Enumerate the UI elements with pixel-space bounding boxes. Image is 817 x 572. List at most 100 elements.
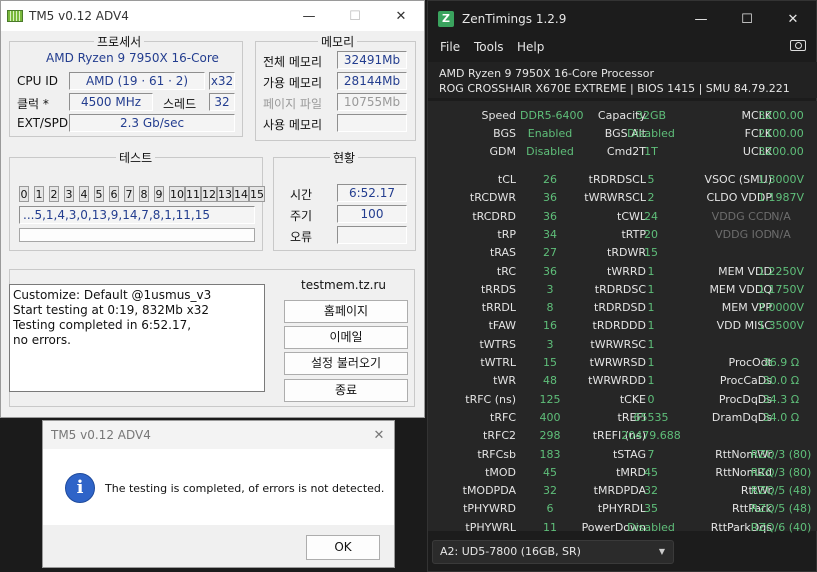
core-indicator: 4 (79, 186, 89, 202)
system-info: AMD Ryzen 9 7950X 16-Core Processor ROG … (428, 62, 817, 98)
core-indicator: 7 (124, 186, 134, 202)
timings-grid: Speed DDR5-6400 Capacity 32GB MCLK 3200.00 BGS… (428, 101, 817, 534)
timing-value: 1 (647, 282, 655, 296)
close-button[interactable]: ✕ (770, 12, 816, 27)
log-line: Customize: Default @1usmus_v3 (13, 288, 212, 302)
timing-value: 1.3500V (757, 319, 804, 333)
cycle-label: 주기 (290, 209, 313, 223)
cpu-name: AMD Ryzen 9 7950X 16-Core (46, 51, 219, 65)
zentimings-title: ZenTimings 1.2.9 (462, 12, 567, 26)
timing-label: tPHYWRL (465, 520, 516, 534)
timing-value: 1 (647, 374, 655, 388)
timing-value: 1 (647, 356, 655, 369)
log-line: Start testing at 0:19, 832Mb x32 (13, 303, 210, 317)
clock-field: 4500 MHz (69, 93, 153, 111)
menu-bar: File Tools Help (428, 40, 817, 58)
page-file-label: 페이지 파일 (263, 97, 323, 111)
menu-file[interactable]: File (440, 40, 460, 54)
load-settings-button[interactable]: 설정 불러오기 (284, 352, 408, 375)
timing-label: tRFCsb (477, 447, 516, 461)
dialog-title: TM5 v0.12 ADV4 (51, 428, 151, 442)
core-indicator: 13 (217, 186, 233, 202)
dialog-close-button[interactable]: ✕ (364, 428, 394, 443)
timing-label: BGS (493, 127, 516, 140)
test-progress-bar (19, 228, 255, 242)
ok-button[interactable]: OK (306, 535, 380, 560)
timing-label: tRFC2 (483, 429, 516, 443)
memory-heading: 메모리 (318, 33, 358, 50)
clock-label: 클럭 * (17, 97, 49, 111)
timing-value: 1 (647, 319, 655, 333)
timing-label: tWTRL (480, 356, 516, 369)
camera-icon[interactable] (790, 40, 806, 51)
timing-value: 2 (647, 191, 655, 205)
memory-chip-icon (7, 10, 23, 22)
log-textbox[interactable]: Customize: Default @1usmus_v3 Start test… (9, 284, 265, 392)
error-field (337, 226, 407, 244)
used-memory-field (337, 114, 407, 132)
minimize-button[interactable]: — (286, 9, 332, 24)
core-indicator: 2 (49, 186, 59, 202)
completion-dialog: TM5 v0.12 ADV4 ✕ i The testing is comple… (42, 420, 395, 568)
timing-value: RZQ/3 (80) (750, 447, 812, 461)
timing-value: 1 (647, 301, 655, 315)
maximize-button[interactable]: ☐ (332, 9, 378, 24)
timing-label: tFAW (488, 319, 516, 333)
timing-label: tWR (493, 374, 516, 388)
timing-value: 15 (644, 246, 658, 260)
timing-value (750, 427, 812, 445)
close-button[interactable]: ✕ (378, 9, 424, 24)
zentimings-window: Z ZenTimings 1.2.9 — ☐ ✕ File Tools Help… (427, 0, 817, 572)
timing-label: tCL (497, 173, 516, 186)
menu-help[interactable]: Help (517, 40, 544, 54)
test-sequence-field: ...5,1,4,3,0,13,9,14,7,8,1,11,15 (19, 206, 255, 224)
info-icon: i (65, 473, 95, 503)
maximize-button[interactable]: ☐ (724, 12, 770, 27)
timing-label: tPHYWRD (463, 502, 516, 516)
minimize-button[interactable]: — (678, 12, 724, 27)
timing-label: tRP (497, 227, 516, 241)
timing-value: 20 (644, 227, 658, 241)
core-indicator: 5 (94, 186, 104, 202)
timing-value: Disabled (627, 127, 675, 140)
timing-label: Speed (481, 109, 516, 122)
timing-value: Disabled (627, 520, 675, 534)
timing-value: 5 (647, 173, 655, 186)
exit-button[interactable]: 종료 (284, 379, 408, 402)
used-memory-label: 사용 메모리 (263, 118, 323, 132)
timing-value: RZQ/3 (80) (750, 465, 812, 479)
email-button[interactable]: 이메일 (284, 326, 408, 349)
tm5-titlebar[interactable]: TM5 v0.12 ADV4 — ☐ ✕ (1, 1, 424, 31)
timing-label: tRC (496, 264, 516, 278)
timing-label: tMOD (485, 465, 516, 479)
homepage-button[interactable]: 홈페이지 (284, 300, 408, 323)
available-memory-label: 가용 메모리 (263, 76, 323, 90)
core-indicator: 12 (201, 186, 217, 202)
threads-field: 32 (209, 93, 235, 111)
tm5-title: TM5 v0.12 ADV4 (29, 9, 129, 23)
timing-value (750, 336, 812, 354)
core-indicator: 3 (64, 186, 74, 202)
timing-value: 36.9 Ω (762, 356, 800, 369)
ext-spd-label: EXT/SPD (17, 116, 69, 130)
page-file-field: 10755Mb (337, 93, 407, 111)
zentimings-titlebar[interactable]: Z ZenTimings 1.2.9 — ☐ ✕ (428, 1, 816, 37)
processor-heading: 프로세서 (94, 33, 145, 50)
total-memory-label: 전체 메모리 (263, 55, 323, 69)
timing-value: 1.1987V (757, 191, 804, 205)
core-indicator: 6 (109, 186, 119, 202)
dialog-body: i The testing is completed, of errors is… (43, 449, 394, 525)
cpu-info: AMD Ryzen 9 7950X 16-Core Processor (439, 67, 654, 80)
menu-tools[interactable]: Tools (474, 40, 504, 54)
dialog-titlebar[interactable]: TM5 v0.12 ADV4 ✕ (43, 421, 394, 449)
timing-label: tRCDWR (469, 191, 516, 205)
timing-value: 2100.00 (758, 127, 804, 140)
core-indicator: 8 (139, 186, 149, 202)
dimm-select[interactable]: A2: UD5-7800 (16GB, SR) ▼ (432, 540, 674, 564)
timing-value: 0 (647, 392, 655, 406)
timing-value: 1T (644, 145, 658, 158)
board-info: ROG CROSSHAIR X670E EXTREME | BIOS 1415 … (439, 82, 790, 95)
ext-spd-field: 2.3 Gb/sec (69, 114, 235, 132)
timing-label: GDM (489, 145, 517, 158)
timing-value: 1.2250V (757, 264, 804, 278)
